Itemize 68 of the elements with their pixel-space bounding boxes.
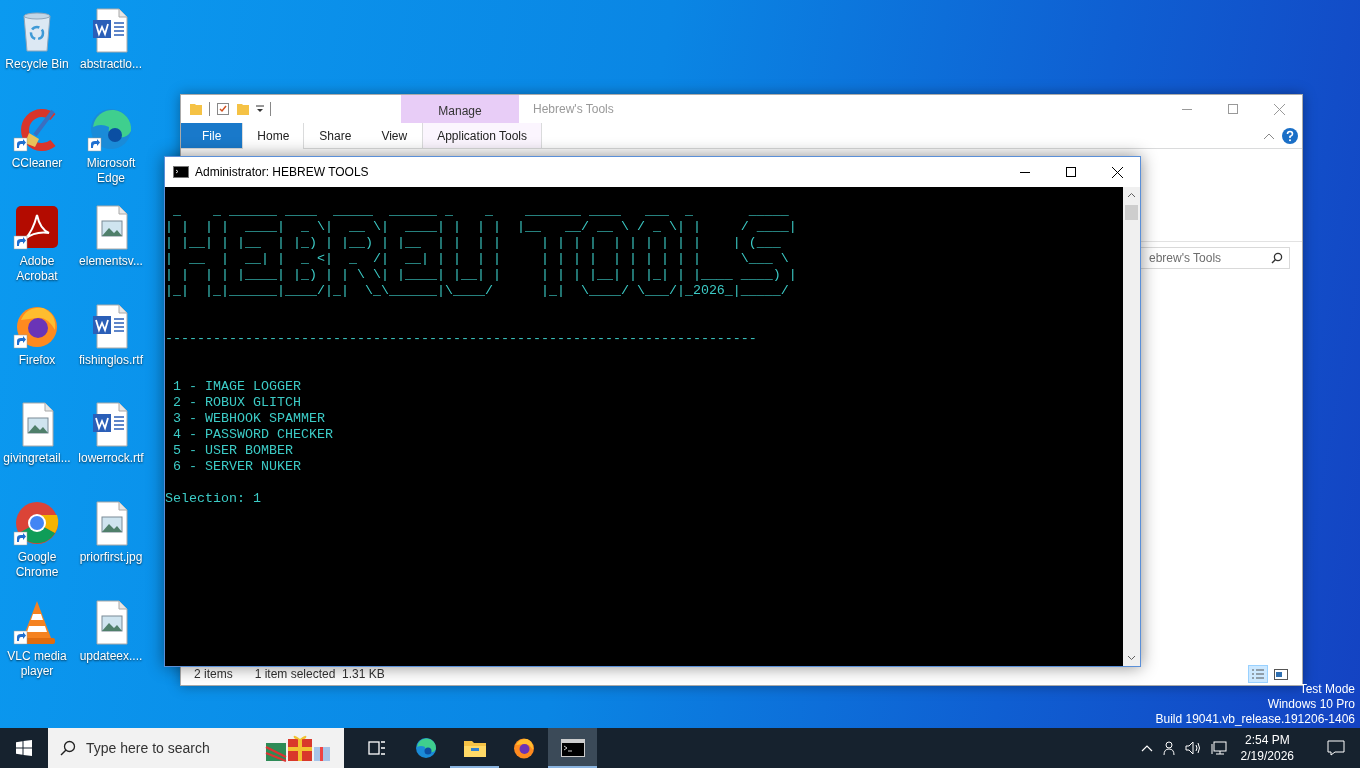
desktop-icon-label[interactable]: elementsv... xyxy=(74,254,148,270)
maximize-icon xyxy=(1066,167,1076,177)
ascii-banner-line: _ _ ______ ____ _____ ______ _ _ _______ ____ ___ _ _____ xyxy=(172,203,790,219)
dropdown-icon[interactable] xyxy=(256,104,264,114)
menu-option: 3 - WEBHOOK SPAMMER xyxy=(165,411,1123,427)
terminal-icon xyxy=(560,739,585,757)
desktop-icon-label[interactable]: VLC media player xyxy=(0,648,74,679)
system-notice-text: Windows 10 Pro xyxy=(1267,697,1355,712)
window-title: Administrator: HEBREW TOOLS xyxy=(195,165,370,179)
desktop-icon-label[interactable]: givingretail... xyxy=(0,451,74,467)
desktop-icon-label[interactable]: Adobe Acrobat xyxy=(0,254,74,285)
menu-option: 1 - IMAGE LOGGER xyxy=(165,379,1123,395)
search-icon xyxy=(1271,252,1283,264)
menu-option: 2 - ROBUX GLITCH xyxy=(165,395,1123,411)
folder-icon xyxy=(462,738,487,758)
desktop-icon-label[interactable]: Microsoft Edge xyxy=(74,155,148,186)
speech-bubble-icon xyxy=(1327,740,1345,756)
ribbon-tab[interactable]: Application Tools xyxy=(422,123,543,148)
system-notice-text: Build 19041.vb_release.191206-1406 xyxy=(1155,712,1355,727)
windows-logo-icon xyxy=(16,740,32,756)
desktop-icon-label[interactable]: updateex.... xyxy=(74,648,148,664)
desktop-icon-label[interactable]: Recycle Bin xyxy=(0,57,74,72)
context-tab-header: Manage xyxy=(401,95,519,123)
divider-line: -------------------------------------------------------------------------- xyxy=(165,331,758,347)
ascii-banner-line: | |__| | |__ | |_) | |__) | |__ | | | | | | | | | | | | | | | (___ xyxy=(165,235,782,251)
ascii-banner-line: |_| |_|______|____/|_| \_\______|\____/ |_| \____/ \___/|_2026_|_____/ xyxy=(165,283,790,299)
menu-option: 5 - USER BOMBER xyxy=(165,443,1123,459)
desktop-icon-label[interactable]: fishinglos.rtf xyxy=(74,352,148,368)
close-icon xyxy=(1111,166,1123,178)
ascii-banner-line: | | | | ____| _ \| __ \| ____| | | | |__ __/ __ \ / _ \| | / ____| xyxy=(165,219,798,235)
search-field[interactable]: ebrew's Tools xyxy=(1140,247,1290,269)
search-icon xyxy=(60,740,76,756)
desktop-icon-label[interactable]: Firefox xyxy=(0,352,74,368)
desktop-icon-label[interactable]: abstractlo... xyxy=(74,57,148,72)
network-icon[interactable] xyxy=(1210,740,1229,756)
desktop-icon-label[interactable]: Google Chrome xyxy=(0,549,74,580)
menu-option: 6 - SERVER NUKER xyxy=(165,459,1123,475)
ribbon-tab[interactable]: View xyxy=(366,123,423,148)
help-icon[interactable] xyxy=(1282,127,1298,144)
taskbar-search-field[interactable]: Type here to search xyxy=(48,728,344,768)
status-text: 1 item selected 1.31 KB xyxy=(254,667,385,681)
ribbon-tab[interactable]: Home xyxy=(242,123,305,149)
collapse-ribbon-icon[interactable] xyxy=(1264,132,1274,139)
ribbon-tab[interactable]: File xyxy=(181,123,243,148)
taskbar-app-button[interactable] xyxy=(548,728,597,768)
maximize-icon xyxy=(1228,104,1238,114)
browser-icon xyxy=(511,736,536,760)
ascii-banner-line: | | | | |____| |_) | | \ \| |____| |__| | | | | |__| | |_| | |____ ____) | xyxy=(165,267,798,283)
checklist-icon[interactable] xyxy=(216,102,230,116)
desktop-icon-label[interactable]: CCleaner xyxy=(0,155,74,171)
people-icon[interactable] xyxy=(1160,740,1177,756)
ascii-banner-line: | __ | __| | _ <| _ /| __| | | | | | | | | | | | | | | \___ \ xyxy=(165,251,790,267)
scrollbar-thumb[interactable] xyxy=(1125,205,1138,220)
clock[interactable]: 2:54 PM 2/19/2026 xyxy=(1240,732,1294,764)
browser-icon xyxy=(413,736,438,760)
status-text: 2 items xyxy=(194,667,233,681)
task-view-icon xyxy=(367,740,386,756)
ribbon-tab[interactable]: Share xyxy=(304,123,367,148)
terminal-icon xyxy=(173,166,189,178)
prompt-text: Selection: 1 xyxy=(165,491,262,507)
desktop-icon-label[interactable]: lowerrock.rtf xyxy=(74,451,148,467)
window-title: Hebrew's Tools xyxy=(533,102,615,116)
system-notice-text: Test Mode xyxy=(1299,682,1355,697)
desktop-icon-label[interactable]: priorfirst.jpg xyxy=(74,549,148,565)
caret-up-icon[interactable] xyxy=(1140,744,1153,752)
close-icon xyxy=(1273,103,1285,115)
menu-option: 4 - PASSWORD CHECKER xyxy=(165,427,1123,443)
speaker-icon[interactable] xyxy=(1184,740,1203,756)
